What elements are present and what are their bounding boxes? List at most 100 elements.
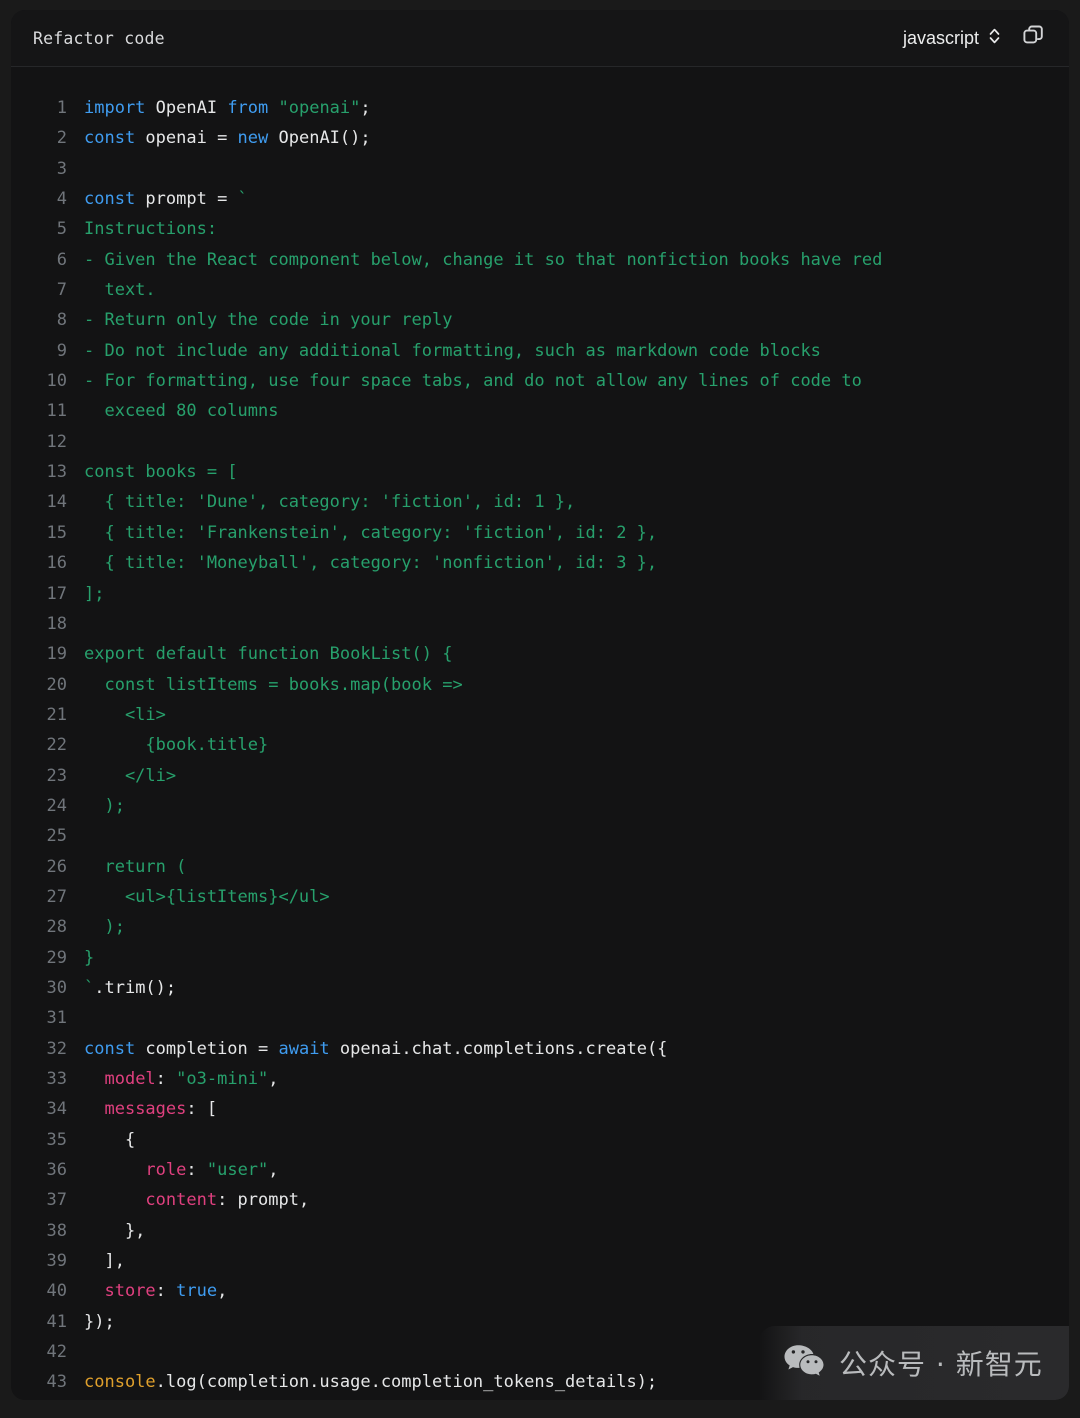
- line-number: 37: [46, 1190, 67, 1211]
- line-number: 27: [46, 886, 67, 907]
- code-token: true: [176, 1281, 218, 1302]
- line-number: 5: [56, 219, 67, 240]
- code-token: new: [237, 128, 279, 149]
- line-content: const completion = await openai.chat.com…: [67, 1034, 667, 1064]
- line-number: 25: [46, 826, 67, 847]
- code-token: : prompt,: [217, 1190, 310, 1211]
- line-content: - Do not include any additional formatti…: [67, 336, 821, 366]
- line-number: 30: [46, 977, 67, 998]
- code-line: 15 { title: 'Frankenstein', category: 'f…: [11, 518, 1069, 548]
- code-token: { title: 'Moneyball', category: 'nonfict…: [84, 553, 658, 574]
- code-token: openai =: [145, 128, 238, 149]
- code-token: const books = [: [84, 462, 238, 483]
- code-line: 30 `.trim();: [11, 973, 1069, 1003]
- line-number: 9: [56, 340, 67, 361]
- code-line: 9 - Do not include any additional formatt…: [11, 336, 1069, 366]
- code-line: 18: [11, 609, 1069, 639]
- code-token: OpenAI();: [278, 128, 371, 149]
- code-token: });: [84, 1311, 115, 1332]
- line-number: 33: [46, 1069, 67, 1089]
- code-line: 40 store: true,: [11, 1276, 1069, 1306]
- code-content[interactable]: 1 import OpenAI from "openai"; 2 const open…: [11, 67, 1069, 1400]
- line-number: 15: [46, 522, 67, 543]
- code-token: </li>: [84, 765, 177, 786]
- line-number: 3: [56, 158, 67, 179]
- code-token: { title: 'Dune', category: 'fiction', id…: [84, 492, 576, 513]
- code-token: const: [84, 189, 146, 210]
- code-line: 21 <li>: [11, 700, 1069, 730]
- line-content: import OpenAI from "openai";: [67, 93, 371, 123]
- language-label: javascript: [902, 27, 979, 48]
- wechat-icon: [783, 1343, 825, 1384]
- line-number: 16: [46, 553, 67, 574]
- line-content: { title: 'Dune', category: 'fiction', id…: [67, 487, 575, 517]
- code-token: model: [104, 1069, 156, 1089]
- code-line: 20 const listItems = books.map(book =>: [11, 670, 1069, 700]
- code-token: {: [84, 1129, 136, 1150]
- code-line: 37 content: prompt,: [11, 1185, 1069, 1215]
- code-block-panel: Refactor code javascript 1 import OpenAI…: [11, 10, 1069, 1400]
- line-content: });: [67, 1307, 115, 1337]
- line-number: 43: [46, 1372, 67, 1393]
- language-select[interactable]: javascript: [903, 26, 1001, 51]
- code-token: :: [155, 1281, 177, 1302]
- code-token: openai.chat.completions.create({: [339, 1038, 668, 1059]
- code-line: 14 { title: 'Dune', category: 'fiction',…: [11, 487, 1069, 517]
- line-number: 22: [46, 735, 67, 756]
- line-number: 36: [46, 1160, 67, 1181]
- line-number: 39: [46, 1251, 67, 1272]
- code-token: await: [278, 1038, 340, 1059]
- line-content: - Return only the code in your reply: [67, 305, 452, 335]
- code-line: 12: [11, 427, 1069, 457]
- line-content: {: [67, 1125, 135, 1155]
- line-content: }: [67, 943, 94, 973]
- line-content: Instructions:: [67, 214, 217, 244]
- code-line: 22 {book.title}: [11, 730, 1069, 760]
- code-line: 5 Instructions:: [11, 214, 1069, 244]
- code-token: - Given the React component below, chang…: [84, 249, 883, 270]
- code-token: text.: [84, 280, 156, 301]
- copy-button[interactable]: [1018, 23, 1048, 53]
- code-token: );: [84, 917, 125, 938]
- code-token: "openai": [278, 98, 361, 118]
- code-token: content: [145, 1190, 218, 1211]
- code-token: const: [84, 1038, 146, 1059]
- code-line: 3: [11, 154, 1069, 184]
- line-number: 40: [46, 1281, 67, 1302]
- line-content: );: [67, 791, 124, 821]
- code-token: Instructions:: [84, 219, 218, 240]
- code-token: OpenAI: [155, 98, 228, 118]
- line-number: 2: [56, 128, 67, 149]
- line-number: 14: [46, 492, 67, 513]
- line-content: - Given the React component below, chang…: [67, 245, 882, 275]
- code-line: 34 messages: [: [11, 1094, 1069, 1124]
- line-content: exceed 80 columns: [67, 396, 278, 426]
- line-number: 17: [46, 583, 67, 604]
- code-line: 17];: [11, 579, 1069, 609]
- chevron-updown-icon: [988, 26, 1001, 51]
- code-token: prompt =: [145, 189, 238, 210]
- line-number: 34: [46, 1099, 67, 1120]
- code-line: 16 { title: 'Moneyball', category: 'nonf…: [11, 548, 1069, 578]
- line-content: messages: [: [67, 1094, 217, 1124]
- line-content: const books = [: [67, 457, 238, 487]
- line-content: text.: [67, 275, 156, 305]
- line-content: {book.title}: [67, 730, 268, 760]
- line-content: const listItems = books.map(book =>: [67, 670, 462, 700]
- line-number: 32: [46, 1038, 67, 1059]
- line-number: 23: [46, 765, 67, 786]
- code-token: :: [186, 1160, 207, 1181]
- code-token: import: [84, 98, 156, 118]
- code-line: 13 const books = [: [11, 457, 1069, 487]
- line-content: console.log(completion.usage.completion_…: [67, 1367, 657, 1397]
- line-content: const prompt = `: [67, 184, 248, 214]
- code-token: "user": [206, 1160, 269, 1181]
- line-content: return (: [67, 852, 186, 882]
- code-line: 29}: [11, 943, 1069, 973]
- line-content: },: [67, 1216, 145, 1246]
- code-token: messages: [104, 1099, 187, 1120]
- code-block-title: Refactor code: [33, 28, 165, 48]
